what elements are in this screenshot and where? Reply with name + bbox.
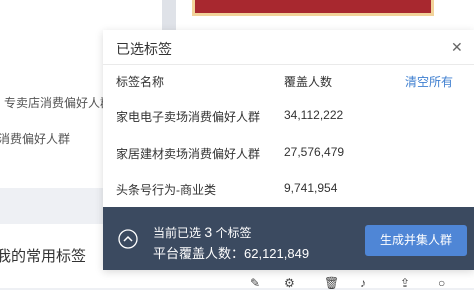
tag-name: 家电电子卖场消费偏好人群 [116,110,261,124]
generate-union-button[interactable]: 生成并集人群 [365,225,467,256]
tag-name: 头条号行为-商业类 [116,183,216,197]
tag-count: 34,112,222 [284,108,344,122]
section-title: 我的常用标签 [0,248,87,265]
panel-footer: 当前已选 3 个标签 平台覆盖人数：62,121,849 生成并集人群 [103,207,474,270]
tag-row[interactable]: 家居建材卖场消费偏好人群 27,576,479 [103,145,474,165]
background-gap [0,188,103,220]
banner-image [192,0,434,16]
clear-all-link[interactable]: 清空所有 [405,73,453,90]
background-tag-item[interactable]: 专卖店消费偏好人群 [4,94,112,111]
selected-tags-panel: 已选标签 ✕ 标签名称 覆盖人数 清空所有 家电电子卖场消费偏好人群 34,11… [103,30,474,270]
tag-count: 27,576,479 [284,145,345,159]
panel-header: 已选标签 ✕ [103,30,474,65]
close-icon[interactable]: ✕ [451,39,463,55]
tag-count: 9,741,954 [284,181,338,195]
tag-row[interactable]: 家电电子卖场消费偏好人群 34,112,222 [103,108,474,128]
selected-count: 3 [204,224,213,240]
column-header-count: 覆盖人数 [284,75,333,89]
tag-row[interactable]: 头条号行为-商业类 9,741,954 [103,181,474,201]
background-tag-item[interactable]: 消费偏好人群 [0,130,70,147]
column-header-name: 标签名称 [116,75,165,89]
selected-count-text: 当前已选 3 个标签 [153,224,252,241]
panel-title: 已选标签 [116,41,172,57]
coverage-text: 平台覆盖人数：62,121,849 [153,246,310,261]
collapse-icon[interactable] [118,229,138,249]
selected-suffix: 个标签 [215,226,252,240]
tag-name: 家居建材卖场消费偏好人群 [116,147,261,161]
selected-prefix: 当前已选 [153,226,202,240]
